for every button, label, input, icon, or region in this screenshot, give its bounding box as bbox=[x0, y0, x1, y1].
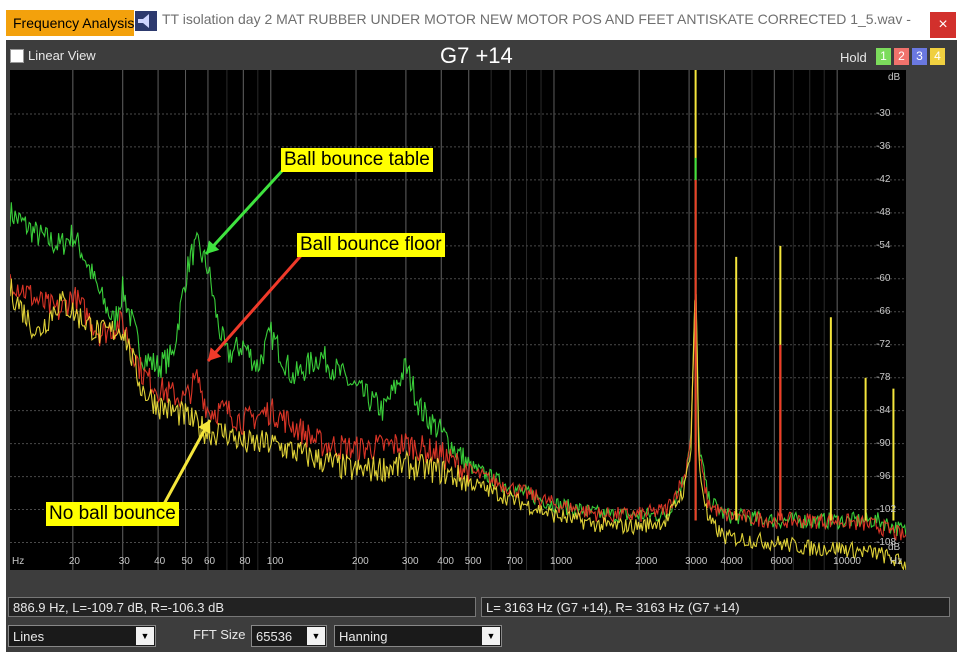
x-tick-label: 60 bbox=[203, 556, 216, 567]
x-tick-label: 30 bbox=[118, 556, 130, 567]
x-tick-label: 4000 bbox=[720, 556, 743, 567]
y-unit-label: dB bbox=[888, 72, 901, 83]
x-tick-label: 200 bbox=[352, 556, 369, 567]
x-tick-label: 700 bbox=[506, 556, 523, 567]
x-tick-label: 40 bbox=[154, 556, 166, 567]
hold-button-4[interactable]: 4 bbox=[930, 48, 945, 65]
display-mode-select[interactable]: Lines ▼ bbox=[8, 625, 156, 647]
chevron-down-icon[interactable]: ▼ bbox=[482, 627, 500, 645]
x-tick-label: 20 bbox=[68, 556, 80, 567]
x-tick-label: 1000 bbox=[549, 556, 573, 567]
y-tick-label: -60 bbox=[876, 272, 891, 284]
cursor-readout: 886.9 Hz, L=-109.7 dB, R=-106.3 dB bbox=[8, 597, 476, 617]
x-tick-label: 2000 bbox=[635, 556, 658, 567]
note-readout: G7 +14 bbox=[440, 43, 513, 68]
y-tick-label: -42 bbox=[876, 173, 891, 185]
y-tick-label: -78 bbox=[876, 371, 891, 383]
x-tick-label: 10000 bbox=[833, 556, 861, 567]
x-tick-label: 3000 bbox=[685, 556, 708, 567]
hold-button-3[interactable]: 3 bbox=[912, 48, 927, 65]
window-title: TT isolation day 2 MAT RUBBER UNDER MOTO… bbox=[162, 11, 911, 27]
y-tick-label: -90 bbox=[876, 437, 891, 449]
speaker-icon bbox=[135, 11, 157, 31]
annotation-ball-bounce-table: Ball bounce table bbox=[281, 148, 433, 172]
window-function-select[interactable]: Hanning ▼ bbox=[334, 625, 502, 647]
spectrum-chart[interactable] bbox=[10, 70, 906, 570]
y-unit-label: dB bbox=[888, 542, 901, 553]
fft-size-value: 65536 bbox=[256, 629, 293, 644]
x-tick-label: 300 bbox=[401, 556, 419, 567]
hold-button-1[interactable]: 1 bbox=[876, 48, 891, 65]
fft-size-select[interactable]: 65536 ▼ bbox=[251, 625, 327, 647]
y-tick-label: -48 bbox=[876, 206, 891, 218]
close-button[interactable]: × bbox=[930, 12, 956, 38]
linear-view-label[interactable]: Linear View bbox=[28, 48, 96, 63]
chart-background bbox=[10, 70, 906, 570]
peak-readout: L= 3163 Hz (G7 +14), R= 3163 Hz (G7 +14) bbox=[481, 597, 950, 617]
x-tick-label: 50 bbox=[181, 556, 193, 567]
y-tick-label: -30 bbox=[876, 107, 891, 119]
y-tick-label: -96 bbox=[876, 470, 891, 482]
fft-size-label: FFT Size bbox=[193, 627, 246, 642]
x-unit-label: Hz bbox=[890, 556, 903, 567]
app-tab[interactable]: Frequency Analysis bbox=[6, 10, 134, 36]
linear-view-checkbox[interactable] bbox=[10, 49, 24, 63]
chevron-down-icon[interactable]: ▼ bbox=[307, 627, 325, 645]
y-tick-label: -66 bbox=[876, 305, 891, 317]
hold-label: Hold bbox=[840, 50, 867, 65]
x-unit-label: Hz bbox=[12, 556, 25, 567]
y-tick-label: -36 bbox=[876, 140, 891, 152]
hold-button-2[interactable]: 2 bbox=[894, 48, 909, 65]
y-tick-label: -54 bbox=[876, 239, 891, 251]
x-tick-label: 100 bbox=[266, 556, 284, 567]
y-tick-label: -72 bbox=[876, 338, 891, 350]
y-tick-label: -84 bbox=[876, 404, 891, 416]
x-tick-label: 6000 bbox=[770, 556, 793, 567]
x-tick-label: 500 bbox=[464, 556, 482, 567]
y-tick-label: -102 bbox=[876, 503, 897, 515]
annotation-no-ball-bounce: No ball bounce bbox=[46, 502, 179, 526]
x-tick-label: 400 bbox=[437, 556, 454, 567]
display-mode-value: Lines bbox=[13, 629, 45, 644]
x-tick-label: 80 bbox=[239, 556, 251, 567]
annotation-ball-bounce-floor: Ball bounce floor bbox=[297, 233, 445, 257]
window-function-value: Hanning bbox=[339, 629, 388, 644]
chevron-down-icon[interactable]: ▼ bbox=[136, 627, 154, 645]
